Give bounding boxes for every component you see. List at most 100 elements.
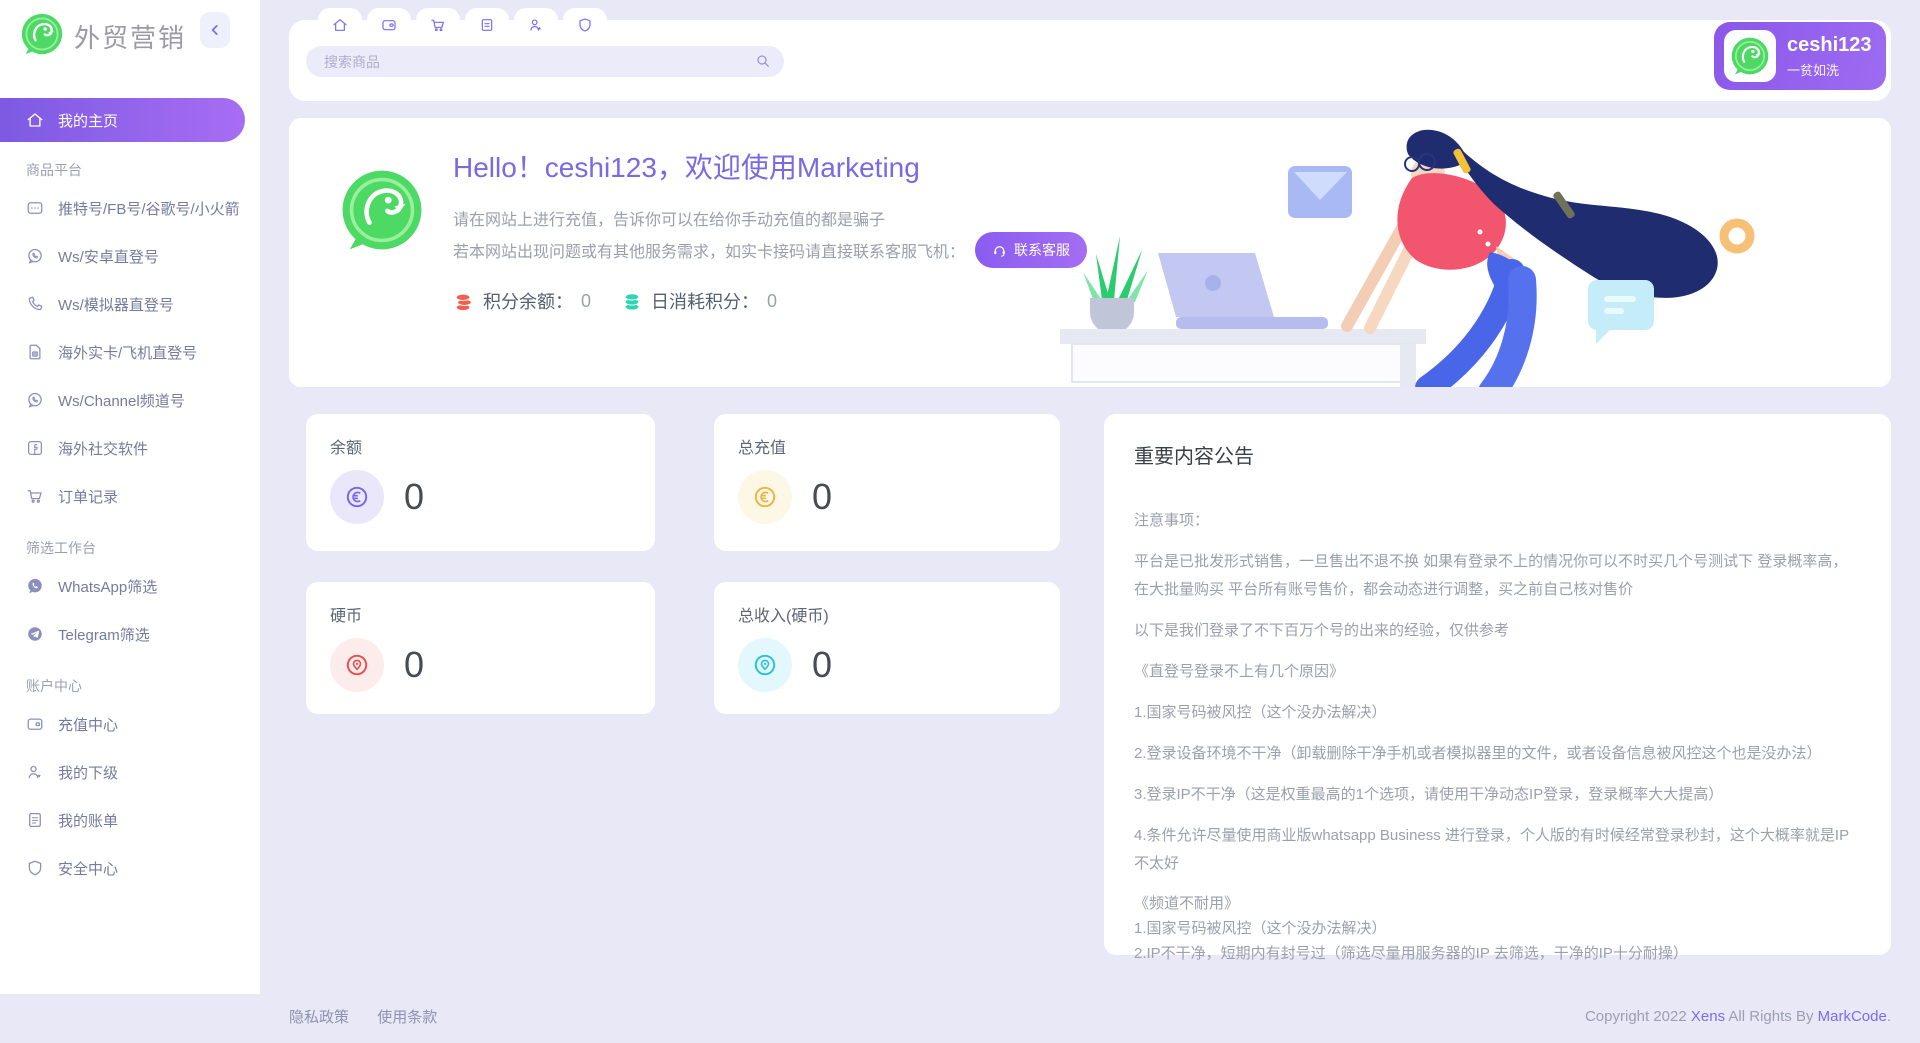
sidebar-item-sim-accounts[interactable]: 海外实卡/飞机直登号: [0, 328, 260, 376]
announcement-paragraph: 平台是已批发形式销售，一旦售出不退不换 如果有登录不上的情况你可以不时买几个号测…: [1134, 548, 1861, 604]
sidebar-item-recharge[interactable]: 充值中心: [0, 700, 260, 748]
announcement-paragraph: 以下是我们登录了不下百万个号的出来的经验，仅供参考: [1134, 617, 1861, 645]
sidebar-item-ws-emulator[interactable]: Ws/模拟器直登号: [0, 280, 260, 328]
sidebar-item-label: 我的主页: [58, 110, 118, 131]
stat-cards: 余额 0 总充值 0 硬币: [306, 414, 1060, 955]
hero-banner: Hello！ceshi123，欢迎使用Marketing 请在网站上进行充值，告…: [289, 118, 1891, 387]
shield-icon: [26, 859, 44, 877]
team-icon: [26, 763, 44, 781]
sidebar-item-whatsapp-filter[interactable]: WhatsApp筛选: [0, 562, 260, 610]
points-balance-stat: 积分余额： 0: [453, 288, 591, 314]
sidebar-item-ws-android[interactable]: Ws/安卓直登号: [0, 232, 260, 280]
sidebar-collapse-button[interactable]: [200, 12, 230, 48]
announcement-panel: 重要内容公告 注意事项： 平台是已批发形式销售，一旦售出不退不换 如果有登录不上…: [1104, 414, 1891, 955]
copyright-text: Copyright 2022 Xens All Rights By MarkCo…: [1585, 1008, 1891, 1025]
card-label: 总收入(硬币): [738, 602, 1036, 626]
sidebar-section-filter: 筛选工作台: [0, 534, 260, 562]
stat-value: 0: [581, 291, 591, 312]
card-total-recharge: 总充值 0: [714, 414, 1060, 551]
home-icon: [26, 111, 44, 129]
top-toolbar: ceshi123 一贫如洗: [289, 20, 1891, 101]
card-label: 硬币: [330, 602, 631, 626]
card-value: 0: [404, 476, 424, 518]
card-value: 0: [404, 644, 424, 686]
tab-security[interactable]: [563, 8, 607, 42]
sidebar-item-label: 我的账单: [58, 810, 118, 831]
card-balance: 余额 0: [306, 414, 655, 551]
tab-home[interactable]: [318, 8, 362, 42]
stat-label: 积分余额：: [483, 288, 573, 314]
announcement-paragraph: 注意事项：: [1134, 507, 1861, 535]
sidebar-item-label: 安全中心: [58, 858, 118, 879]
coins-red-icon: [453, 290, 475, 312]
cart-icon: [430, 17, 446, 33]
announcement-line: 2.IP不干净，短期内有封号过（筛选尽量用服务器的IP 去筛选，干净的IP十分耐…: [1134, 941, 1861, 966]
sidebar-item-label: Ws/模拟器直登号: [58, 294, 174, 315]
tab-recharge[interactable]: [367, 8, 411, 42]
bill-icon: [26, 811, 44, 829]
sidebar-item-social-accounts[interactable]: 推特号/FB号/谷歌号/小火箭: [0, 184, 260, 232]
main-area: ceshi123 一贫如洗 Hello！ceshi123，欢迎使用Marketi…: [260, 0, 1920, 955]
copyright-prefix: Copyright 2022: [1585, 1008, 1691, 1025]
hero-contact-line: 若本网站出现问题或有其他服务需求，如实卡接码请直接联系客服飞机： 联系客服: [453, 234, 1087, 266]
sidebar-item-label: 推特号/FB号/谷歌号/小火箭: [58, 198, 240, 219]
sidebar-item-bills[interactable]: 我的账单: [0, 796, 260, 844]
hero-contact-text: 若本网站出现问题或有其他服务需求，如实卡接码请直接联系客服飞机：: [453, 238, 965, 262]
search-icon[interactable]: [755, 53, 771, 74]
hero-illustration: [1060, 120, 1891, 387]
card-value: 0: [812, 476, 832, 518]
footer: 隐私政策 使用条款 Copyright 2022 Xens All Rights…: [289, 1006, 1891, 1027]
phone-icon: [26, 295, 44, 313]
sidebar-item-overseas-social[interactable]: 海外社交软件: [0, 424, 260, 472]
headset-icon: [992, 243, 1007, 258]
whatsapp-icon: [26, 391, 44, 409]
announcement-paragraph: 1.国家号码被风控（这个没办法解决）: [1134, 699, 1861, 727]
quick-tabs: [318, 8, 607, 42]
sidebar-item-orders[interactable]: 订单记录: [0, 472, 260, 520]
sidebar-item-label: Telegram筛选: [58, 624, 150, 645]
sidebar-logo-row: 外贸营销: [0, 0, 260, 64]
sidebar-item-label: 海外社交软件: [58, 438, 148, 459]
sidebar-item-subordinates[interactable]: 我的下级: [0, 748, 260, 796]
pin-circle-icon: [738, 638, 792, 692]
privacy-policy-link[interactable]: 隐私政策: [289, 1009, 349, 1026]
tab-bills[interactable]: [465, 8, 509, 42]
terms-link[interactable]: 使用条款: [377, 1009, 437, 1026]
tab-subordinates[interactable]: [514, 8, 558, 42]
user-badge[interactable]: ceshi123 一贫如洗: [1714, 22, 1886, 90]
wallet-icon: [26, 715, 44, 733]
cart-icon: [26, 487, 44, 505]
telegram-filled-icon: [26, 625, 44, 643]
search-bar: [306, 46, 784, 77]
card-total-income: 总收入(硬币) 0: [714, 582, 1060, 714]
hero-warning-line: 请在网站上进行充值，告诉你可以在给你手动充值的都是骗子: [453, 202, 1087, 234]
sidebar-item-label: 海外实卡/飞机直登号: [58, 342, 197, 363]
sidebar-item-label: 订单记录: [58, 486, 118, 507]
sidebar-section-account: 账户中心: [0, 672, 260, 700]
stat-label: 日消耗积分：: [651, 288, 759, 314]
coins-teal-icon: [621, 290, 643, 312]
copyright-suffix: .: [1887, 1008, 1891, 1025]
daily-points-stat: 日消耗积分： 0: [621, 288, 777, 314]
wallet-icon: [381, 17, 397, 33]
tab-orders[interactable]: [416, 8, 460, 42]
markcode-link[interactable]: MarkCode: [1818, 1008, 1887, 1025]
app-logo-icon: [20, 12, 64, 61]
hero-logo-icon: [339, 167, 425, 258]
card-label: 总充值: [738, 434, 1036, 458]
facebook-icon: [26, 439, 44, 457]
euro-coin-icon: [738, 470, 792, 524]
announcement-title: 重要内容公告: [1134, 440, 1861, 469]
sidebar-item-ws-channel[interactable]: Ws/Channel频道号: [0, 376, 260, 424]
announcement-paragraph: 4.条件允许尽量使用商业版whatsapp Business 进行登录，个人版的…: [1134, 822, 1861, 878]
euro-coin-icon: [330, 470, 384, 524]
xens-link[interactable]: Xens: [1691, 1008, 1725, 1025]
sidebar-item-security[interactable]: 安全中心: [0, 844, 260, 892]
sidebar-item-home[interactable]: 我的主页: [0, 98, 245, 142]
sidebar-item-telegram-filter[interactable]: Telegram筛选: [0, 610, 260, 658]
pin-circle-icon: [330, 638, 384, 692]
card-value: 0: [812, 644, 832, 686]
card-label: 余额: [330, 434, 631, 458]
search-input[interactable]: [306, 46, 784, 77]
whatsapp-filled-icon: [26, 577, 44, 595]
